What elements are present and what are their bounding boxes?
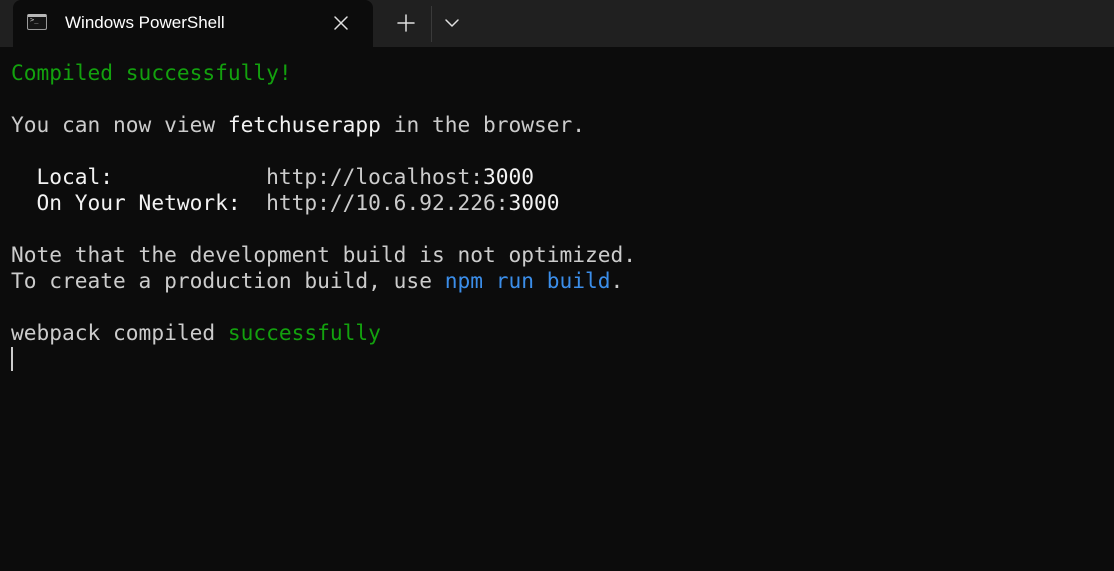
close-icon: [334, 16, 348, 30]
toolbar-divider: [431, 6, 432, 42]
compiled-message: Compiled successfully!: [11, 60, 292, 85]
local-port[interactable]: 3000: [483, 164, 534, 189]
prod-prefix: To create a production build, use: [11, 268, 445, 293]
tab-windows-powershell[interactable]: >_ Windows PowerShell: [13, 0, 373, 47]
tab-dropdown-button[interactable]: [441, 12, 463, 34]
view-line: You can now view fetchuserapp in the bro…: [11, 112, 636, 138]
view-prefix: You can now view: [11, 112, 228, 137]
network-url[interactable]: http://10.6.92.226:: [266, 190, 508, 215]
terminal-output[interactable]: Compiled successfully! You can now view …: [11, 60, 636, 346]
new-tab-button[interactable]: [393, 10, 419, 36]
network-label: On Your Network:: [11, 190, 267, 215]
webpack-line: webpack compiled successfully: [11, 320, 636, 346]
webpack-prefix: webpack compiled: [11, 320, 228, 345]
compiled-line: Compiled successfully!: [11, 60, 636, 86]
note-text: Note that the development build is not o…: [11, 242, 637, 267]
view-suffix: in the browser.: [380, 112, 586, 137]
local-label: Local:: [11, 164, 267, 189]
local-line: Local: http://localhost:3000: [11, 164, 636, 190]
network-port[interactable]: 3000: [509, 190, 560, 215]
chevron-down-icon: [445, 19, 459, 27]
plus-icon: [397, 14, 415, 32]
network-line: On Your Network: http://10.6.92.226:3000: [11, 190, 636, 216]
local-url[interactable]: http://localhost:: [266, 164, 483, 189]
app-name: fetchuserapp: [227, 112, 381, 137]
terminal-icon: >_: [27, 14, 47, 30]
title-bar: >_ Windows PowerShell: [0, 0, 1114, 47]
tab-title: Windows PowerShell: [65, 13, 225, 32]
text-cursor: [11, 347, 13, 371]
prod-suffix: .: [610, 268, 624, 293]
npm-command: npm run build: [444, 268, 611, 293]
prod-build-line: To create a production build, use npm ru…: [11, 268, 636, 294]
note-line: Note that the development build is not o…: [11, 242, 636, 268]
tab-close-button[interactable]: [330, 12, 352, 34]
webpack-status: successfully: [227, 320, 381, 345]
